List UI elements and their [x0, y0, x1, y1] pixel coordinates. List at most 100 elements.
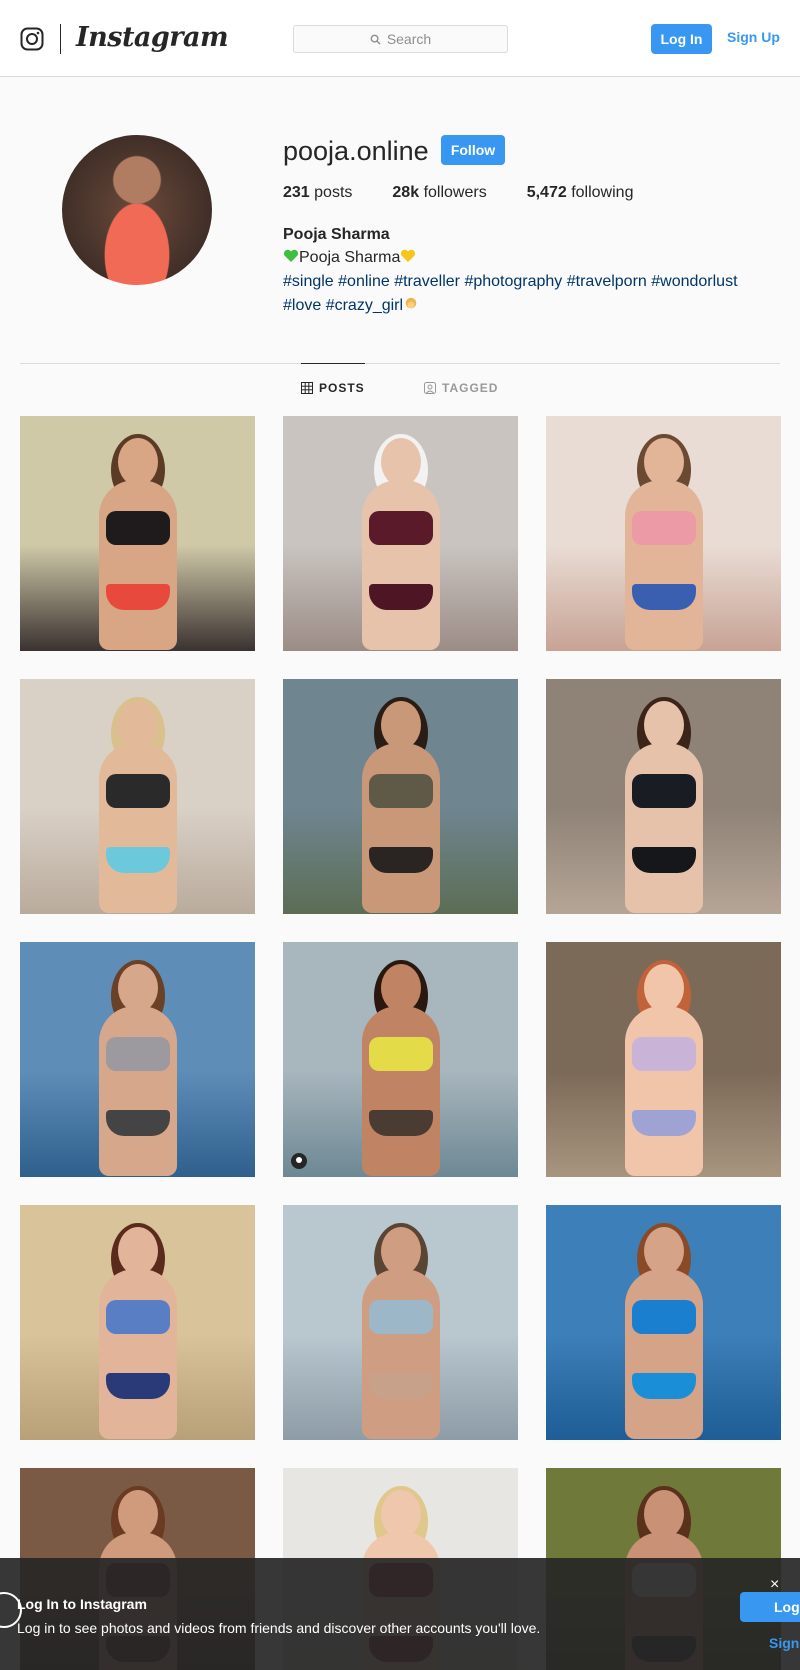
post-grid [20, 416, 781, 1670]
banner-login-button[interactable]: Log In [740, 1592, 800, 1622]
post-figure-head [380, 1227, 421, 1275]
post-figure-top [105, 1037, 170, 1071]
tagged-person-icon [424, 382, 436, 394]
bio-hashtags-line-1[interactable]: #single #online #traveller #photography … [283, 273, 738, 291]
login-button[interactable]: Log In [651, 24, 712, 54]
post-figure-head [380, 964, 421, 1012]
tab-tagged-label: TAGGED [442, 381, 499, 395]
follow-button[interactable]: Follow [441, 135, 505, 165]
yellow-heart-icon [401, 249, 416, 262]
stat-following[interactable]: 5,472 following [527, 184, 634, 202]
post-figure-head [643, 1227, 684, 1275]
post-thumbnail[interactable] [20, 1205, 255, 1440]
post-thumbnail[interactable] [283, 679, 518, 914]
post-figure-bottom [631, 1110, 696, 1136]
post-thumbnail[interactable] [546, 416, 781, 651]
stat-posts: 231 posts [283, 184, 352, 202]
post-figure-body [361, 480, 440, 650]
post-figure-body [624, 1006, 703, 1176]
post-figure-head [380, 701, 421, 749]
post-figure-head [117, 438, 158, 486]
top-nav: Instagram Search Log In Sign Up [0, 0, 800, 77]
bio-hashtags-line-2-text: #love #crazy_girl [283, 297, 404, 314]
post-figure-bottom [368, 847, 433, 873]
tabs-divider [20, 363, 780, 364]
post-figure-top [105, 774, 170, 808]
post-figure-top [368, 1037, 433, 1071]
post-figure-bottom [105, 1110, 170, 1136]
post-thumbnail[interactable] [546, 1205, 781, 1440]
stat-following-label: following [571, 184, 634, 201]
post-thumbnail[interactable] [20, 942, 255, 1177]
tab-tagged[interactable]: TAGGED [424, 381, 498, 395]
green-heart-icon [283, 249, 299, 262]
post-thumbnail[interactable] [546, 679, 781, 914]
post-thumbnail[interactable] [20, 416, 255, 651]
post-figure-head [117, 701, 158, 749]
post-figure-top [368, 1300, 433, 1334]
banner-text: Log in to see photos and videos from fri… [17, 1620, 541, 1636]
profile-username: pooja.online [283, 136, 429, 166]
login-banner: Log In to Instagram Log in to see photos… [0, 1558, 800, 1670]
bio-hashtags-line-2[interactable]: #love #crazy_girl [283, 297, 419, 315]
post-figure-bottom [368, 584, 433, 610]
search-icon [370, 34, 381, 45]
post-figure-body [361, 1269, 440, 1439]
banner-signup-link[interactable]: Sign Up [769, 1635, 800, 1651]
post-figure-head [643, 964, 684, 1012]
post-figure-head [643, 701, 684, 749]
post-figure-body [98, 1269, 177, 1439]
stat-followers-count: 28k [392, 184, 420, 201]
banner-title: Log In to Instagram [17, 1596, 147, 1612]
post-figure-bottom [368, 1373, 433, 1399]
profile-full-name: Pooja Sharma [283, 226, 390, 243]
post-figure-body [361, 1006, 440, 1176]
post-figure-top [631, 774, 696, 808]
search-input[interactable]: Search [293, 25, 508, 53]
post-figure-bottom [105, 847, 170, 873]
post-thumbnail[interactable] [283, 1205, 518, 1440]
instagram-glyph-icon[interactable] [20, 27, 44, 51]
post-figure-bottom [368, 1110, 433, 1136]
post-figure-top [105, 511, 170, 545]
post-figure-body [624, 1269, 703, 1439]
instagram-wordmark[interactable]: Instagram [76, 22, 229, 53]
search-placeholder: Search [386, 31, 432, 47]
stat-posts-count: 231 [283, 184, 310, 201]
tab-posts-label: POSTS [319, 381, 365, 395]
tab-posts[interactable]: POSTS [301, 381, 365, 395]
post-figure-body [624, 743, 703, 913]
post-figure-top [631, 1300, 696, 1334]
post-figure-head [643, 1490, 684, 1538]
grid-icon [301, 382, 313, 394]
post-figure-top [105, 1300, 170, 1334]
post-figure-bottom [105, 1373, 170, 1399]
post-figure-body [624, 480, 703, 650]
stat-followers-label: followers [423, 184, 487, 201]
post-figure-head [380, 438, 421, 486]
post-figure-body [98, 480, 177, 650]
bio-name-line: Pooja Sharma [283, 249, 416, 267]
post-thumbnail[interactable] [20, 679, 255, 914]
active-tab-indicator [301, 363, 365, 364]
post-figure-head [380, 1490, 421, 1538]
post-thumbnail[interactable] [283, 416, 518, 651]
signup-link[interactable]: Sign Up [727, 29, 780, 45]
profile-stats: 231 posts 28k followers 5,472 following [283, 184, 673, 202]
logo-divider [60, 24, 61, 54]
bio-name: Pooja Sharma [299, 249, 401, 266]
post-figure-top [368, 774, 433, 808]
post-figure-head [117, 1490, 158, 1538]
post-thumbnail[interactable] [546, 942, 781, 1177]
post-figure-top [631, 1037, 696, 1071]
profile-avatar [62, 135, 212, 285]
post-figure-bottom [631, 1373, 696, 1399]
post-figure-body [98, 743, 177, 913]
post-figure-top [368, 511, 433, 545]
post-thumbnail[interactable] [283, 942, 518, 1177]
girl-emoji-icon [405, 297, 417, 309]
stat-followers[interactable]: 28k followers [392, 184, 486, 202]
post-figure-head [643, 438, 684, 486]
post-figure-head [117, 1227, 158, 1275]
person-tag-icon [291, 1153, 307, 1169]
